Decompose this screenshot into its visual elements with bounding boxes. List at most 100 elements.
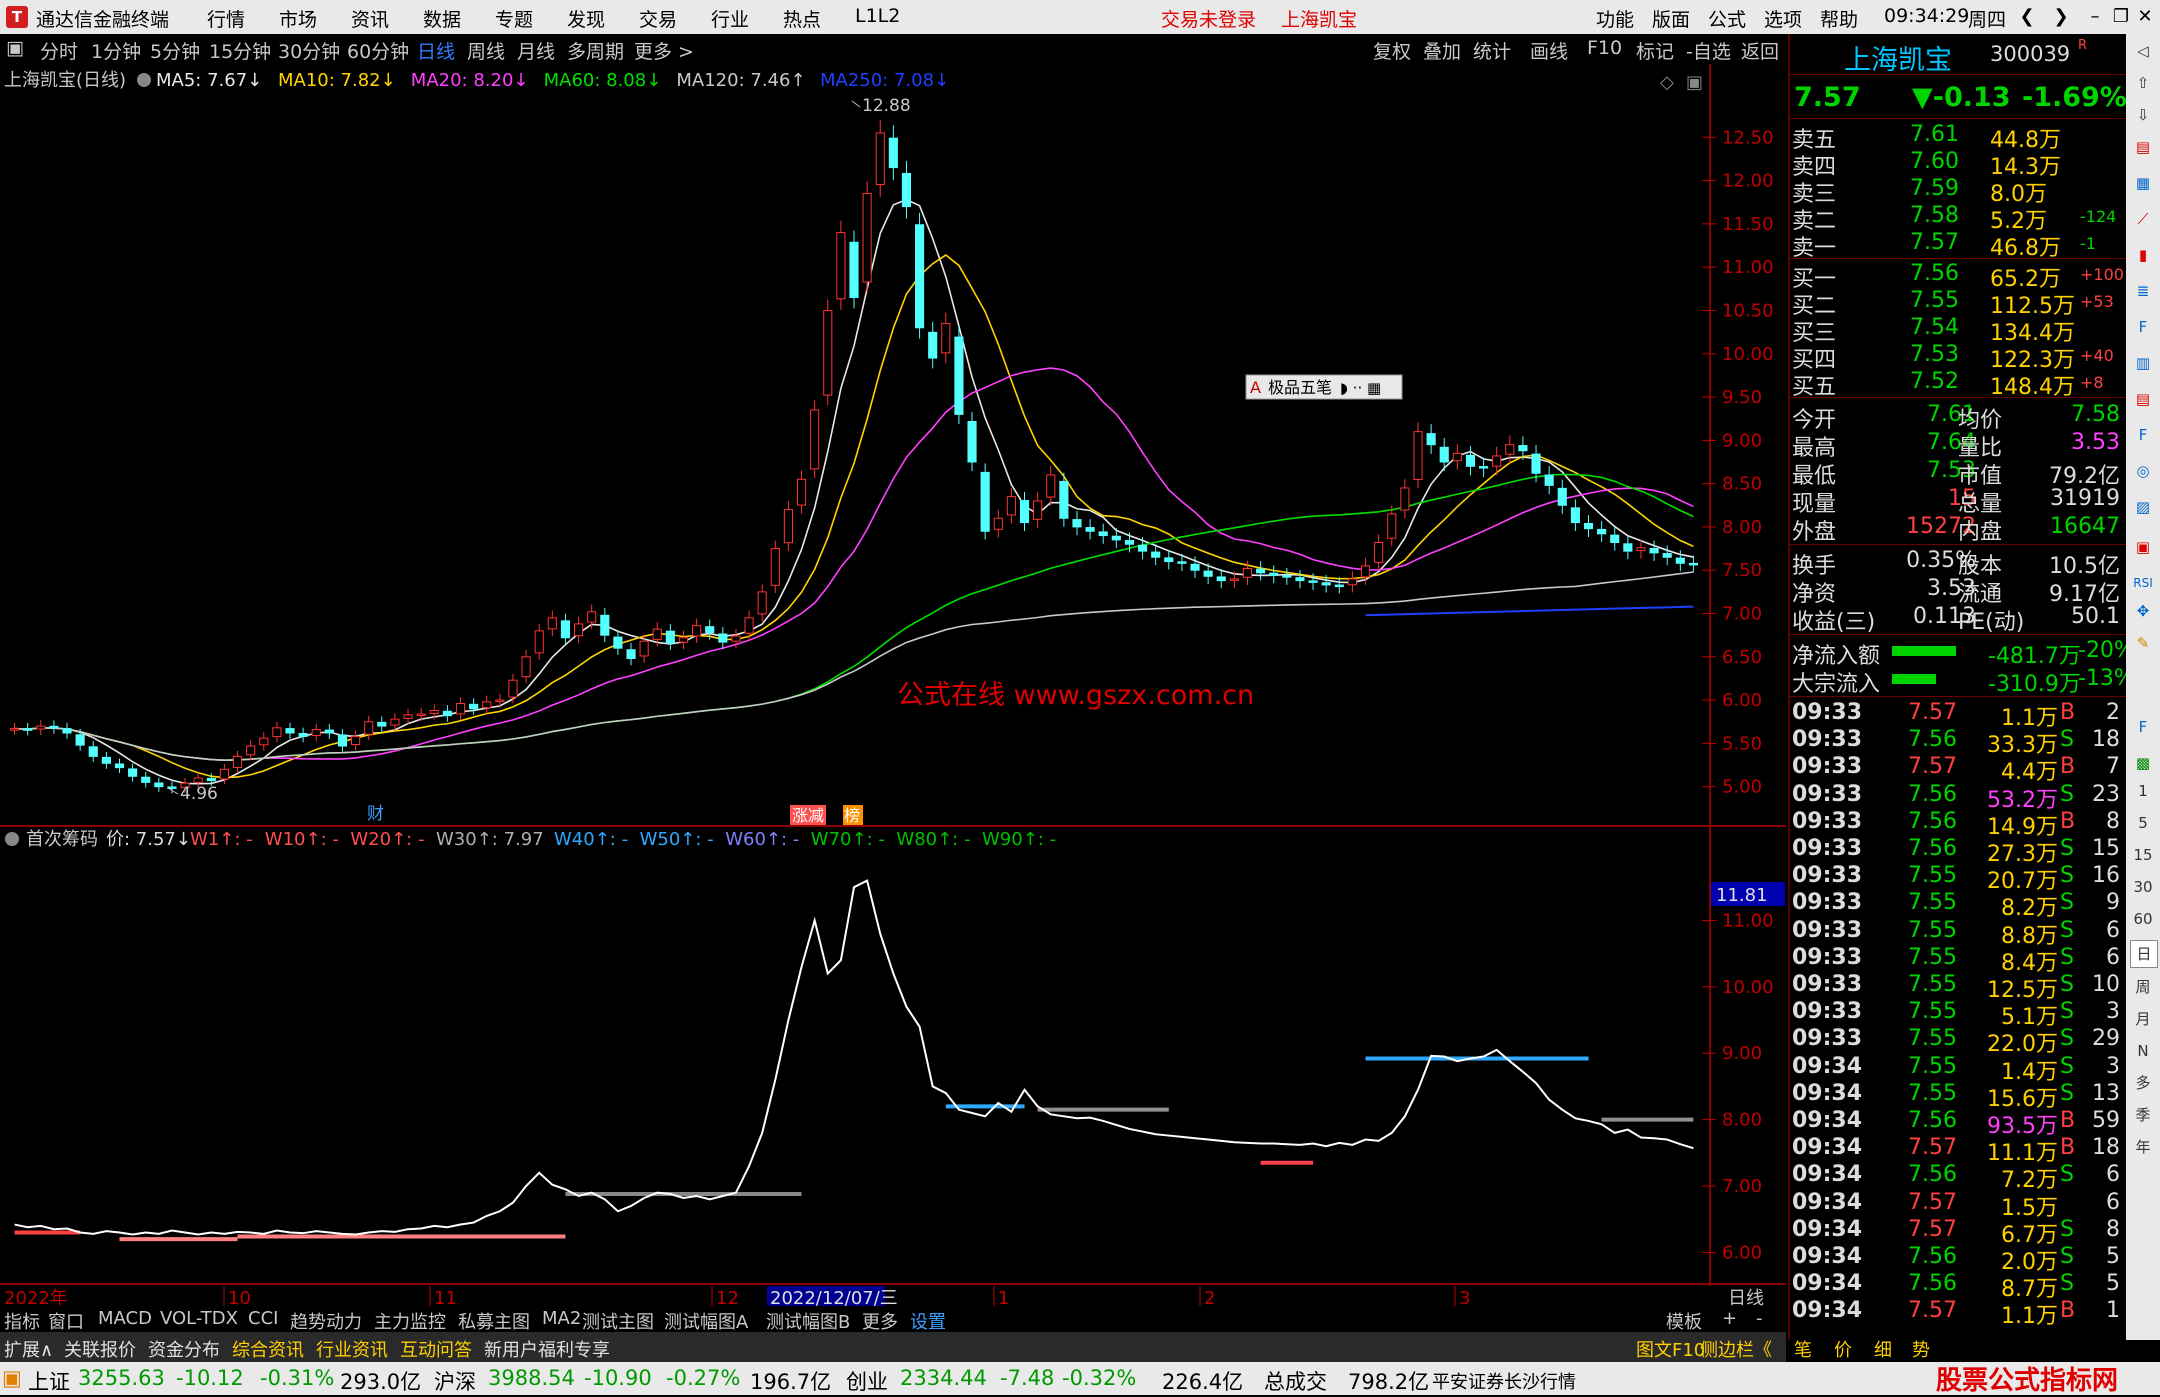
candle-body[interactable] [1321,582,1331,586]
candle-body[interactable] [337,734,348,747]
menu-hangqing[interactable]: 行情 [207,5,245,32]
candle-body[interactable] [1308,580,1318,583]
candle-body[interactable] [639,640,649,657]
menu-l1l2[interactable]: L1L2 [855,5,900,27]
candle-body[interactable] [1688,562,1699,566]
candle-body[interactable] [272,727,282,738]
menu-jiaoyi[interactable]: 交易 [639,5,677,32]
extension-tab-11[interactable]: 细 [1874,1336,1892,1362]
candle-body[interactable] [731,635,741,642]
tick-row[interactable]: 09:34 7.55 1.4万 S 3 [1790,1054,2126,1085]
candle-body[interactable] [1426,433,1436,446]
bid-row[interactable]: 买二 7.55 112.5万 +53 [1790,288,2126,319]
candle-body[interactable] [75,734,85,746]
tick-row[interactable]: 09:34 7.56 2.0万 S 5 [1790,1244,2126,1275]
forward-arrow-icon[interactable]: ❯ [2044,4,2078,30]
stat2-row[interactable]: 净资 3.53 流通 9.17亿 [1790,576,2126,607]
candle-body[interactable] [1256,568,1266,574]
candle-body[interactable] [954,336,964,415]
tick-row[interactable]: 09:34 7.56 7.2万 S 6 [1790,1162,2126,1193]
tick-row[interactable]: 09:33 7.56 33.3万 S 18 [1790,727,2126,758]
candle-body[interactable] [1492,455,1502,467]
candle-body[interactable] [1479,466,1489,469]
candle-body[interactable] [705,626,715,634]
down-icon[interactable]: ⇩ [2130,102,2156,128]
bid-row[interactable]: 买四 7.53 122.3万 +40 [1790,342,2126,373]
side-multi[interactable]: 多 [2130,1070,2156,1096]
candle-body[interactable] [1072,519,1082,528]
candle-body[interactable] [141,776,151,783]
min-5[interactable]: 5 [2130,810,2156,836]
candle-body[interactable] [1636,547,1646,552]
report-icon[interactable]: ▤ [2130,386,2156,412]
menu-zixun[interactable]: 资讯 [351,5,389,32]
extension-tab-8[interactable]: 侧边栏《 [1700,1336,1772,1362]
candle-body[interactable] [114,763,125,769]
ask-row[interactable]: 卖一 7.57 46.8万 -1 [1790,230,2126,261]
tick-row[interactable]: 09:33 7.56 53.2万 S 23 [1790,782,2126,813]
tick-row[interactable]: 09:33 7.56 27.3万 S 15 [1790,836,2126,867]
candle-body[interactable] [298,733,308,737]
extension-tab-12[interactable]: 势 [1912,1336,1930,1362]
candle-body[interactable] [1019,500,1030,524]
candle-body[interactable] [1623,543,1633,552]
menu-hangye[interactable]: 行业 [711,5,749,32]
indicator-tab-5[interactable]: 趋势动力 [290,1308,362,1334]
period-1min[interactable]: 1分钟 [91,37,141,64]
up-icon[interactable]: ⇧ [2130,70,2156,96]
tick-row[interactable]: 09:34 7.55 15.6万 S 13 [1790,1081,2126,1112]
indicator-tab-13[interactable]: 设置 [910,1308,946,1334]
candle-body[interactable] [285,728,295,734]
candle-body[interactable] [613,636,623,649]
candle-body[interactable] [1229,578,1239,581]
indicator-tab-9[interactable]: 测试主图 [582,1308,654,1334]
tick-row[interactable]: 09:33 7.55 5.1万 S 3 [1790,999,2126,1030]
period-monthly[interactable]: 月线 [517,37,555,64]
menu-shichang[interactable]: 市场 [279,5,317,32]
candle-body[interactable] [1164,557,1174,563]
side-week[interactable]: 周 [2130,974,2156,1000]
stat-row[interactable]: 外盘 15272 内盘 16647 [1790,514,2126,545]
chart-settings-icon[interactable] [137,73,151,87]
candle-body[interactable] [232,755,243,768]
candle-body[interactable] [154,782,164,788]
candle-body[interactable] [1242,567,1253,578]
tool-biaoji[interactable]: 标记 [1636,37,1674,64]
candle-body[interactable] [1439,446,1449,463]
period-15min[interactable]: 15分钟 [209,37,271,64]
candle-body[interactable] [1610,534,1620,544]
menu-zhuanti[interactable]: 专题 [495,5,533,32]
candle-body[interactable] [692,625,702,637]
ask-row[interactable]: 卖五 7.61 44.8万 [1790,122,2126,153]
tool-fanhui[interactable]: 返回 [1741,37,1779,64]
diamond-icon[interactable]: ◇ [1660,72,1674,93]
stat2-row[interactable]: 收益(三) 0.113 PE(动) 50.1 [1790,604,2126,635]
tool-huaxian[interactable]: 画线 [1530,37,1568,64]
menu-gongshi[interactable]: 公式 [1708,5,1746,32]
indicator-tab-7[interactable]: 私募主图 [458,1308,530,1334]
extension-tab-2[interactable]: 资金分布 [148,1336,220,1362]
candle-body[interactable] [1557,487,1567,506]
tick-chart-icon[interactable]: ▤ [2130,134,2156,160]
ask-row[interactable]: 卖三 7.59 8.0万 [1790,176,2126,207]
candle-body[interactable] [1387,513,1397,539]
extension-tab-4[interactable]: 行业资讯 [316,1336,388,1362]
candle-body[interactable] [1360,565,1371,578]
tick-row[interactable]: 09:33 7.55 8.4万 S 6 [1790,945,2126,976]
candle-body[interactable] [469,703,479,710]
candle-body[interactable] [1177,561,1187,564]
candle-body[interactable] [1531,453,1541,474]
candle-body[interactable] [1334,584,1344,588]
tool-f10[interactable]: F10 [1587,37,1622,59]
candle-body[interactable] [128,768,138,777]
candle-body[interactable] [1124,540,1135,545]
tool-zixuan[interactable]: -自选 [1686,37,1731,64]
candle-body[interactable] [1597,528,1607,535]
side-month[interactable]: 月 [2130,1006,2156,1032]
extension-tab-6[interactable]: 新用户福利专享 [484,1336,610,1362]
candle-body[interactable] [88,746,98,757]
book-icon[interactable]: ▨ [2130,494,2156,520]
min-60[interactable]: 60 [2130,906,2156,932]
indicator-tab-14[interactable]: 模板 [1666,1308,1702,1334]
candle-body[interactable] [1098,531,1108,537]
